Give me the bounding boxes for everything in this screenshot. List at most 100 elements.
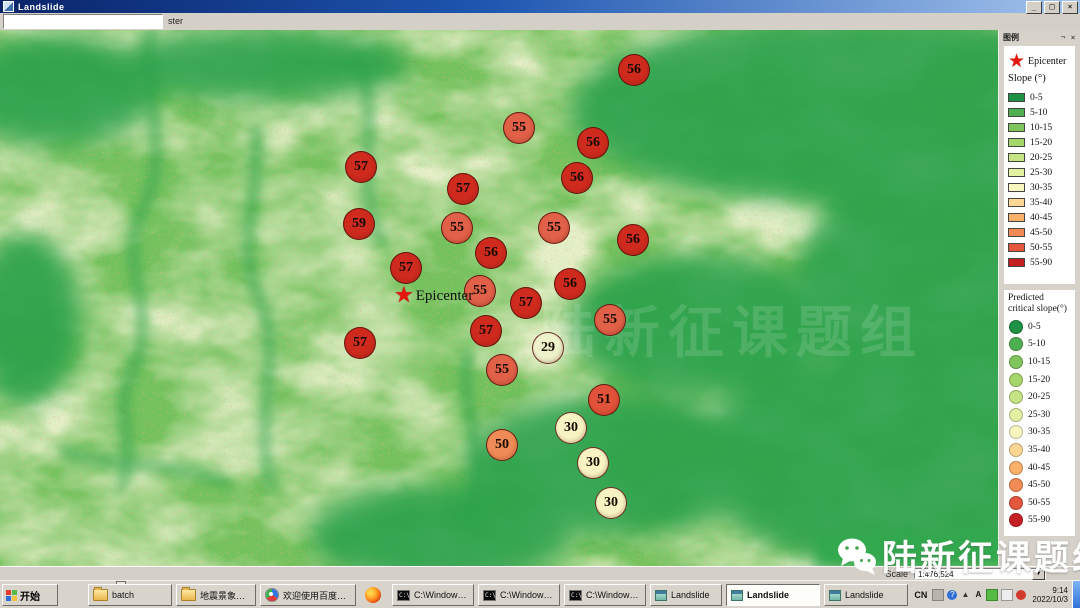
legend-item: 40-45 [1008,210,1075,225]
slope-marker[interactable]: 55 [486,354,518,386]
taskbar-task-batch[interactable]: batch [88,584,172,606]
slope-marker[interactable]: 30 [555,412,587,444]
legend-swatch [1008,168,1025,177]
slope-marker[interactable]: 51 [588,384,620,416]
legend-item: 30-35 [1008,424,1075,442]
slope-marker[interactable]: 55 [538,212,570,244]
slope-marker[interactable]: 29 [532,332,564,364]
legend-swatch [1008,258,1025,267]
slope-marker[interactable]: 56 [577,127,609,159]
legend-range-label: 5-10 [1030,108,1047,118]
legend-range-label: 30-35 [1030,183,1052,193]
slope-marker[interactable]: 57 [447,173,479,205]
slope-marker[interactable]: 30 [595,487,627,519]
legend-range-label: 0-5 [1028,322,1041,332]
flag-icon[interactable] [1001,589,1013,601]
start-button[interactable]: 开始 [2,584,58,606]
layer-combobox[interactable] [3,14,163,29]
legend-swatch [1008,213,1025,222]
taskbar-task-landslide[interactable]: Landslide [650,584,722,606]
app-icon [829,590,841,601]
taskbar-task-c-windows-syst-[interactable]: C:\C:\Windows\syst... [478,584,560,606]
slope-marker[interactable]: 59 [343,208,375,240]
slope-marker[interactable]: 57 [345,151,377,183]
legend-item: 0-5 [1008,318,1075,336]
slope-marker[interactable]: 57 [390,252,422,284]
taskbar-task--[interactable]: 地震景象计算程.. [176,584,256,606]
language-indicator[interactable]: CN [914,590,927,600]
task-label: C:\Windows\syst... [414,590,469,600]
legend-range-label: 15-20 [1030,138,1052,148]
taskbar-task-c-windows-syst-[interactable]: C:\ C:\Windows\syst... [564,584,646,606]
show-desktop-button[interactable] [1072,581,1080,608]
alert-icon[interactable] [1016,590,1026,600]
slope-marker[interactable]: 30 [577,447,609,479]
taskbar-task-c-windows-syst-[interactable]: C:\C:\Windows\syst... [392,584,474,606]
window-title: Landslide [18,2,65,12]
panel-close-icon[interactable]: × [1068,33,1078,42]
ime-icon[interactable]: A [973,590,983,600]
taskbar-task-landslide[interactable]: Landslide [824,584,908,606]
legend-item: 50-55 [1008,240,1075,255]
volume-icon[interactable] [932,589,944,601]
help-icon[interactable]: ? [947,590,957,600]
legend-range-label: 0-5 [1030,93,1043,103]
slope-marker[interactable]: 56 [561,162,593,194]
slope-marker[interactable]: 57 [344,327,376,359]
legend-range-label: 50-55 [1030,243,1052,253]
slope-legend: ★ Epicenter Slope (°) 0-55-1010-1515-202… [1004,46,1075,284]
scale-combobox[interactable]: 1:476,524 ▼ [914,568,1046,579]
legend-item: 25-30 [1008,165,1075,180]
task-label: C:\Windows\syst... [586,590,641,600]
slope-marker[interactable]: 56 [618,54,650,86]
app-window: Landslide _ □ × ster [0,0,1080,608]
slope-marker[interactable]: 55 [503,112,535,144]
firefox-icon [365,587,381,603]
legend-range-label: 35-40 [1030,198,1052,208]
legend-swatch [1008,153,1025,162]
taskbar-task-firefox[interactable] [360,584,388,606]
slope-marker[interactable]: 55 [441,212,473,244]
pin-icon[interactable]: ¬ [1058,33,1068,42]
legend-item: 55-90 [1008,512,1075,530]
slope-marker[interactable]: 56 [475,237,507,269]
app-icon [731,590,743,601]
folder-icon [93,589,108,601]
slope-marker[interactable]: 56 [554,268,586,300]
taskbar-task-landslide[interactable]: Landslide [726,584,820,606]
slope-marker[interactable]: 55 [464,275,496,307]
legend-range-label: 20-25 [1028,392,1050,402]
tray-clock[interactable]: 9:14 2022/10/3 [1032,586,1068,604]
baidu-icon [265,588,279,602]
cmd-icon: C:\ [569,590,582,601]
slope-marker[interactable]: 57 [510,287,542,319]
legend-item: 50-55 [1008,494,1075,512]
slope-marker[interactable]: 56 [617,224,649,256]
task-label: 欢迎使用百度网盘 [283,589,351,602]
taskbar-task--[interactable]: 欢迎使用百度网盘 [260,584,356,606]
cmd-icon: C:\ [483,590,496,601]
legend-swatch [1008,108,1025,117]
slope-marker[interactable]: 50 [486,429,518,461]
slope-marker[interactable]: 57 [470,315,502,347]
legend-item: 10-15 [1008,353,1075,371]
legend-item: 0-5 [1008,90,1075,105]
legend-range-label: 45-50 [1028,480,1050,490]
slope-legend-list: 0-55-1010-1515-2020-2525-3030-3535-4040-… [1008,90,1075,270]
start-label: 开始 [20,588,40,603]
legend-swatch [1009,355,1023,369]
legend-range-label: 10-15 [1028,357,1050,367]
legend-panel-header: 图例 ¬ × [999,30,1080,44]
scale-dropdown-icon[interactable]: ▼ [1032,569,1045,580]
green-app-icon[interactable] [986,589,998,601]
slope-marker[interactable]: 55 [594,304,626,336]
arrow-up-icon[interactable]: ▲ [960,590,970,600]
legend-swatch [1008,243,1025,252]
legend-swatch [1009,390,1023,404]
task-label: Landslide [671,590,710,600]
close-button[interactable]: × [1062,1,1078,14]
maximize-button[interactable]: □ [1044,1,1060,14]
legend-range-label: 25-30 [1028,410,1050,420]
minimize-button[interactable]: _ [1026,1,1042,14]
legend-swatch [1009,478,1023,492]
